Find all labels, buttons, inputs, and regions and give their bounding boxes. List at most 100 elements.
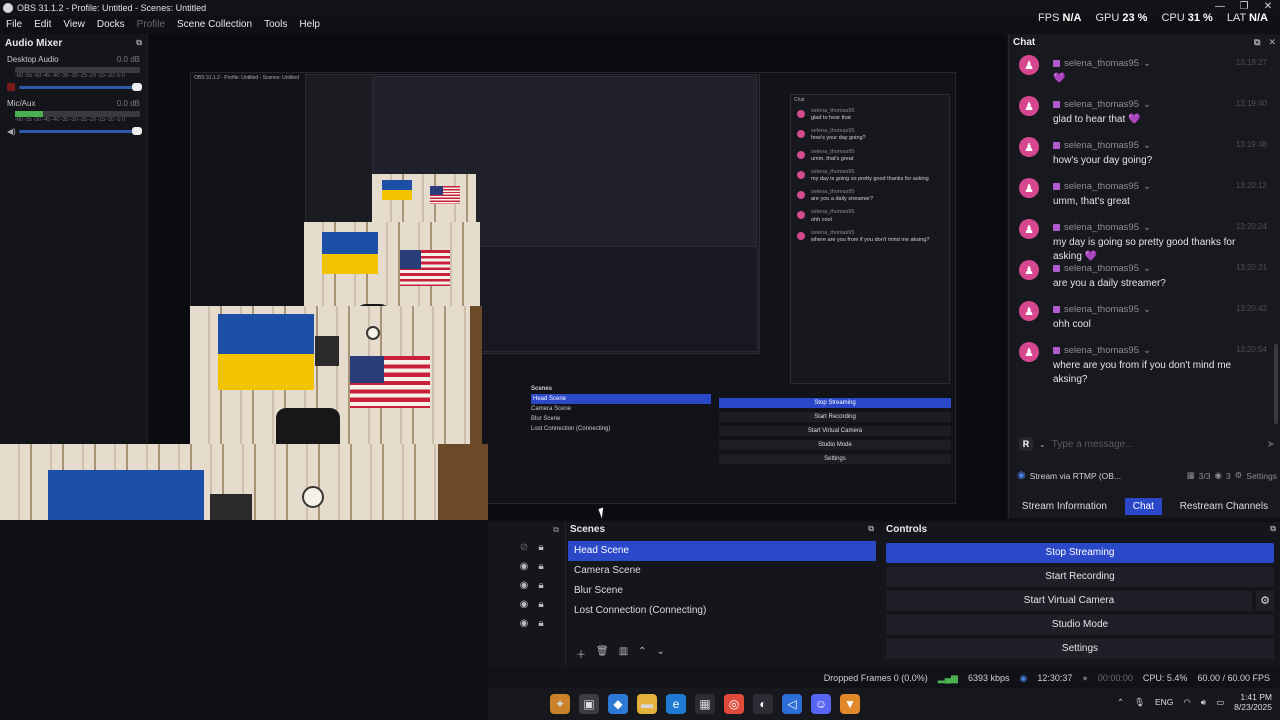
scene-item[interactable]: Camera Scene xyxy=(568,561,876,581)
obs-logo-icon xyxy=(3,3,13,13)
lock-icon[interactable]: 🔒︎ xyxy=(536,561,546,572)
nested-docks-lower: Scenes Head Scene Camera Scene Blur Scen… xyxy=(483,384,953,474)
chat-message-text: where are you from if you don't mind me … xyxy=(1053,360,1232,385)
scene-item[interactable]: Blur Scene xyxy=(568,581,876,601)
settings-button[interactable]: Settings xyxy=(886,639,1274,659)
wifi-icon[interactable]: ◠ xyxy=(1183,697,1190,708)
chevron-up-icon[interactable]: ⌃ xyxy=(638,646,646,661)
scene-item[interactable]: Lost Connection (Connecting) xyxy=(568,601,876,621)
undock-icon[interactable]: ⧉ xyxy=(1270,524,1276,536)
stop-streaming-button[interactable]: Stop Streaming xyxy=(886,543,1274,563)
speaker-icon[interactable]: ◀) xyxy=(7,127,16,136)
chat-message-list[interactable]: ♟ selena_thomas95 ⌄ 13:19:27 💜 ♟ selena_thoma… xyxy=(1009,52,1280,452)
tab-stream-information[interactable]: Stream Information xyxy=(1014,498,1115,515)
edge-icon[interactable]: e xyxy=(666,694,686,714)
chrome-icon[interactable]: ◎ xyxy=(724,694,744,714)
menu-view[interactable]: View xyxy=(63,19,85,30)
menu-profile[interactable]: Profile xyxy=(137,19,165,30)
restream-badge-icon[interactable]: R xyxy=(1019,437,1033,451)
chat-scrollbar[interactable] xyxy=(1274,344,1278,424)
brave-icon[interactable]: ▼ xyxy=(840,694,860,714)
send-icon[interactable]: ➤ xyxy=(1267,439,1275,450)
user-avatar-icon: ♟ xyxy=(1019,260,1039,280)
chat-message-input[interactable] xyxy=(1051,438,1261,450)
tab-restream-channels[interactable]: Restream Channels xyxy=(1172,498,1276,515)
lock-icon[interactable]: 🔒︎ xyxy=(536,618,546,629)
vscode-icon[interactable]: ◁ xyxy=(782,694,802,714)
chat-timestamp: 13:20:31 xyxy=(1235,263,1267,272)
user-avatar-icon: ♟ xyxy=(1019,219,1039,239)
chat-settings-link[interactable]: Settings xyxy=(1246,471,1277,481)
cpu-usage: CPU: 5.4% xyxy=(1142,673,1188,683)
badge-icon xyxy=(1053,60,1060,67)
chevron-down-icon[interactable]: ⌄ xyxy=(1039,440,1046,449)
gpu-stat: GPU 23 % xyxy=(1095,12,1148,24)
menu-help[interactable]: Help xyxy=(299,19,320,30)
scenes-dock: Scenes ⧉ Head Scene Camera Scene Blur Sc… xyxy=(566,522,878,666)
task-view-icon[interactable]: ▣ xyxy=(579,694,599,714)
undock-icon[interactable]: ⧉ xyxy=(553,525,559,535)
menu-file[interactable]: File xyxy=(6,19,22,30)
eye-icon[interactable]: ◉ xyxy=(518,599,530,610)
language-indicator[interactable]: ENG xyxy=(1155,697,1173,707)
eye-icon[interactable]: ◉ xyxy=(518,618,530,629)
chat-message-text: are you a daily streamer? xyxy=(1053,278,1166,289)
chat-timestamp: 13:20:54 xyxy=(1235,345,1267,354)
start-recording-button[interactable]: Start Recording xyxy=(886,567,1274,587)
menu-docks[interactable]: Docks xyxy=(97,19,125,30)
stream-label[interactable]: Stream via RTMP (OB... xyxy=(1030,471,1121,481)
hidden-eye-icon[interactable]: ⊘ xyxy=(518,542,530,553)
start-virtual-camera-button[interactable]: Start Virtual Camera xyxy=(886,591,1252,611)
mixer-channel-mic: Mic/Aux 0.0 dB -60 -55 -50 -45 -40 -35 -3… xyxy=(0,97,147,138)
gear-icon[interactable]: ⚙ xyxy=(1256,591,1274,611)
chat-timestamp: 13:19:27 xyxy=(1235,58,1267,67)
cpu-stat: CPU 31 % xyxy=(1161,12,1213,24)
lock-icon[interactable]: 🔒︎ xyxy=(536,580,546,591)
volume-icon[interactable]: 🔊︎ xyxy=(1201,697,1206,708)
microphone-icon[interactable]: 🎙︎ xyxy=(1134,697,1145,708)
studio-mode-button[interactable]: Studio Mode xyxy=(886,615,1274,635)
close-icon[interactable]: ✕ xyxy=(1268,37,1276,48)
menu-tools[interactable]: Tools xyxy=(264,19,287,30)
undock-icon[interactable]: ⧉ xyxy=(1254,37,1260,48)
folder-icon[interactable]: ▬ xyxy=(637,694,657,714)
volume-meter xyxy=(15,111,140,117)
preview-canvas[interactable]: OBS 31.1.2 - Profile: Untitled - Scenes:… xyxy=(0,34,1006,520)
menu-scene-collection[interactable]: Scene Collection xyxy=(177,19,252,30)
muted-speaker-icon[interactable] xyxy=(7,83,15,91)
tab-chat[interactable]: Chat xyxy=(1124,497,1162,515)
obs-icon[interactable]: ◐ xyxy=(753,694,773,714)
store-icon[interactable]: ▦ xyxy=(695,694,715,714)
stream-time: 12:30:37 xyxy=(1037,673,1073,683)
trash-icon[interactable]: 🗑︎ xyxy=(596,646,609,661)
eye-icon[interactable]: ◉ xyxy=(518,580,530,591)
bitrate: 6393 kbps xyxy=(967,673,1010,683)
window-title: OBS 31.1.2 - Profile: Untitled - Scenes:… xyxy=(17,3,207,13)
chat-message-text: how's your day going? xyxy=(1053,155,1153,166)
eye-icon[interactable]: ◉ xyxy=(518,561,530,572)
volume-slider[interactable] xyxy=(19,127,142,135)
chat-input-row: R ⌄ ➤ xyxy=(1019,436,1275,452)
battery-icon[interactable]: ▭ xyxy=(1216,697,1224,708)
menu-edit[interactable]: Edit xyxy=(34,19,51,30)
undock-icon[interactable]: ⧉ xyxy=(868,524,874,536)
chevron-down-icon[interactable]: ⌄ xyxy=(657,646,665,661)
viewers-count: 3 xyxy=(1225,470,1231,481)
chevron-up-icon[interactable]: ⌃ xyxy=(1117,697,1124,708)
volume-slider[interactable] xyxy=(19,82,142,91)
scene-item[interactable]: Head Scene xyxy=(568,541,876,561)
discord-icon[interactable]: ☺ xyxy=(811,694,831,714)
chat-timestamp: 13:19:48 xyxy=(1235,140,1267,149)
app-icon[interactable]: ✦ xyxy=(550,694,570,714)
menu-bar: File Edit View Docks Profile Scene Colle… xyxy=(0,16,326,32)
chat-timestamp: 13:20:24 xyxy=(1235,222,1267,231)
lock-icon[interactable]: 🔒︎ xyxy=(536,599,546,610)
filter-icon[interactable]: ▥ xyxy=(619,646,628,661)
gear-icon[interactable]: ⚙ xyxy=(1235,470,1243,481)
system-clock[interactable]: 1:41 PM 8/23/2025 xyxy=(1234,692,1272,712)
copilot-icon[interactable]: ◆ xyxy=(608,694,628,714)
add-icon[interactable]: ＋ xyxy=(576,646,586,661)
undock-icon[interactable]: ⧉ xyxy=(136,38,142,49)
chat-message: ♟ selena_thomas95 ⌄ 13:20:31 are you a daily… xyxy=(1009,257,1280,298)
lock-icon[interactable]: 🔒︎ xyxy=(536,542,546,553)
